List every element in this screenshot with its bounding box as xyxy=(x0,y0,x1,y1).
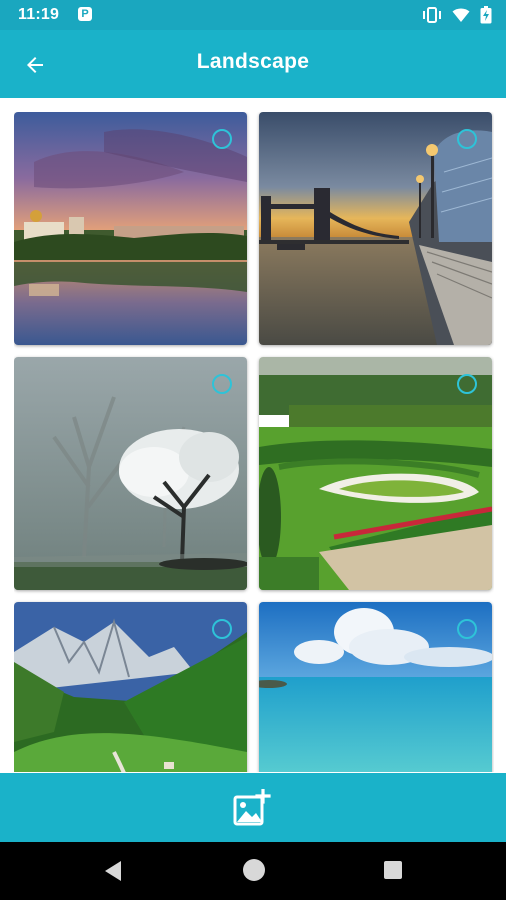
tower-bridge-image xyxy=(259,112,492,345)
formal-garden-image xyxy=(259,357,492,590)
select-checkbox[interactable] xyxy=(457,374,477,394)
image-tile-monastery-lake[interactable] xyxy=(14,112,247,345)
system-nav-bar xyxy=(0,842,506,900)
image-grid xyxy=(14,112,494,772)
add-image-button[interactable] xyxy=(232,788,272,829)
nav-home-icon[interactable] xyxy=(243,859,265,881)
select-checkbox[interactable] xyxy=(212,619,232,639)
misty-tree-image xyxy=(14,357,247,590)
select-checkbox[interactable] xyxy=(457,619,477,639)
nav-back-icon[interactable] xyxy=(103,860,123,882)
page-title: Landscape xyxy=(196,50,310,73)
image-tile-formal-garden[interactable] xyxy=(259,357,492,590)
image-tile-misty-tree[interactable] xyxy=(14,357,247,590)
select-checkbox[interactable] xyxy=(212,374,232,394)
image-tile-tower-bridge[interactable] xyxy=(259,112,492,345)
notification-p-icon: P xyxy=(78,7,92,21)
nav-recents-icon[interactable] xyxy=(384,861,402,879)
status-time: 11:19 xyxy=(18,6,60,23)
monastery-lake-image xyxy=(14,112,247,345)
status-bar: 11:19 P xyxy=(0,0,506,30)
status-icons xyxy=(422,6,492,24)
image-tile-tropical-beach[interactable] xyxy=(259,602,492,772)
wifi-icon xyxy=(452,8,470,22)
select-checkbox[interactable] xyxy=(212,129,232,149)
add-photo-icon xyxy=(233,788,271,826)
image-tile-mountain-valley[interactable] xyxy=(14,602,247,772)
bottom-bar xyxy=(0,773,506,842)
vibrate-icon xyxy=(423,7,441,23)
select-checkbox[interactable] xyxy=(457,129,477,149)
app-bar: Landscape xyxy=(0,30,506,98)
battery-charging-icon xyxy=(480,6,492,24)
